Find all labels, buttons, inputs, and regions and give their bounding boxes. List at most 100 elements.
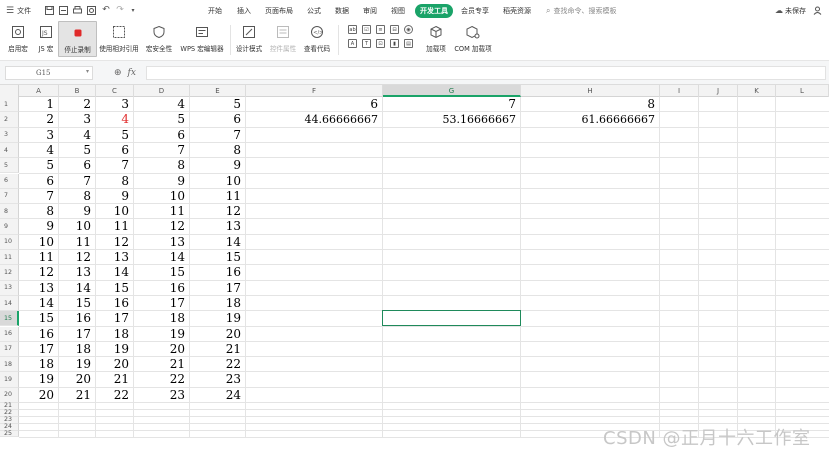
tab-developer[interactable]: 开发工具 — [415, 4, 453, 18]
row-header-14[interactable]: 14 — [0, 295, 19, 312]
cell-a17[interactable]: 17 — [19, 342, 59, 357]
save-icon[interactable] — [44, 5, 54, 15]
cell-e3[interactable]: 7 — [190, 128, 246, 143]
cell-d10[interactable]: 13 — [134, 235, 190, 250]
cell-b1[interactable]: 2 — [59, 97, 96, 112]
listbox-control-icon[interactable]: ≡ — [376, 25, 385, 34]
cell-c4[interactable]: 6 — [96, 143, 134, 158]
cell-d2[interactable]: 5 — [134, 112, 190, 127]
user-icon[interactable] — [812, 5, 822, 15]
image-control-icon[interactable]: ⊡ — [376, 39, 385, 48]
cell-d16[interactable]: 19 — [134, 327, 190, 342]
undo-icon[interactable]: ↶ — [101, 5, 111, 15]
cell-d12[interactable]: 15 — [134, 265, 190, 280]
row-header-19[interactable]: 19 — [0, 372, 19, 388]
cell-d8[interactable]: 11 — [134, 204, 190, 219]
cell-h1[interactable]: 8 — [521, 97, 660, 112]
cell-f2[interactable]: 44.66666667 — [246, 112, 383, 127]
column-header-k[interactable]: K — [738, 85, 776, 97]
column-header-f[interactable]: F — [246, 85, 383, 97]
tab-view[interactable]: 视图 — [391, 4, 405, 18]
cell-b9[interactable]: 10 — [59, 219, 96, 234]
cell-b7[interactable]: 8 — [59, 189, 96, 204]
cell-a7[interactable]: 7 — [19, 189, 59, 204]
cell-e5[interactable]: 9 — [190, 158, 246, 173]
column-header-j[interactable]: J — [699, 85, 738, 97]
print-preview-icon[interactable] — [86, 5, 96, 15]
cell-e18[interactable]: 22 — [190, 357, 246, 372]
cell-a1[interactable]: 1 — [19, 97, 59, 112]
cell-b13[interactable]: 14 — [59, 281, 96, 296]
cell-a10[interactable]: 10 — [19, 235, 59, 250]
row-header-20[interactable]: 20 — [0, 387, 19, 403]
cell-a14[interactable]: 14 — [19, 296, 59, 311]
cell-d7[interactable]: 10 — [134, 189, 190, 204]
cell-e9[interactable]: 13 — [190, 219, 246, 234]
cell-e15[interactable]: 19 — [190, 311, 246, 326]
wps-macro-editor-button[interactable]: WPS 宏编辑器 — [179, 21, 225, 57]
row-header-10[interactable]: 10 — [0, 234, 19, 250]
cell-c18[interactable]: 20 — [96, 357, 134, 372]
cell-d17[interactable]: 20 — [134, 342, 190, 357]
cell-a6[interactable]: 6 — [19, 174, 59, 189]
cell-d14[interactable]: 17 — [134, 296, 190, 311]
cell-c12[interactable]: 14 — [96, 265, 134, 280]
cell-e4[interactable]: 8 — [190, 143, 246, 158]
cell-c15[interactable]: 17 — [96, 311, 134, 326]
cell-e13[interactable]: 17 — [190, 281, 246, 296]
cell-b16[interactable]: 17 — [59, 327, 96, 342]
cell-e7[interactable]: 11 — [190, 189, 246, 204]
cell-h2[interactable]: 61.66666667 — [521, 112, 660, 127]
enable-macros-button[interactable]: 启用宏 — [4, 21, 32, 57]
cell-c6[interactable]: 8 — [96, 174, 134, 189]
redo-icon[interactable]: ↷ — [115, 5, 125, 15]
column-header-b[interactable]: B — [59, 85, 96, 97]
tab-formulas[interactable]: 公式 — [307, 4, 321, 18]
column-header-c[interactable]: C — [96, 85, 134, 97]
cell-c8[interactable]: 10 — [96, 204, 134, 219]
cell-d6[interactable]: 9 — [134, 174, 190, 189]
cell-d3[interactable]: 6 — [134, 128, 190, 143]
cell-c17[interactable]: 19 — [96, 342, 134, 357]
cell-d9[interactable]: 12 — [134, 219, 190, 234]
row-header-5[interactable]: 5 — [0, 158, 19, 174]
save-status[interactable]: ☁ 未保存 — [775, 0, 806, 21]
command-search[interactable]: ⌕ 查找命令、搜索模板 — [546, 0, 616, 21]
cell-c3[interactable]: 5 — [96, 128, 134, 143]
cell-e17[interactable]: 21 — [190, 342, 246, 357]
cell-b20[interactable]: 21 — [59, 388, 96, 403]
column-header-d[interactable]: D — [134, 85, 190, 97]
tab-data[interactable]: 数据 — [335, 4, 349, 18]
checkbox-control-icon[interactable]: ☑ — [362, 25, 371, 34]
add-ins-button[interactable]: 加载项 — [421, 21, 451, 57]
tab-insert[interactable]: 插入 — [237, 4, 251, 18]
cell-a9[interactable]: 9 — [19, 219, 59, 234]
row-header-16[interactable]: 16 — [0, 326, 19, 342]
cell-b6[interactable]: 7 — [59, 174, 96, 189]
cell-a5[interactable]: 5 — [19, 158, 59, 173]
cell-d13[interactable]: 16 — [134, 281, 190, 296]
cell-c16[interactable]: 18 — [96, 327, 134, 342]
chevron-down-icon[interactable]: ▾ — [86, 68, 89, 75]
cell-d5[interactable]: 8 — [134, 158, 190, 173]
cell-a4[interactable]: 4 — [19, 143, 59, 158]
cell-b5[interactable]: 6 — [59, 158, 96, 173]
cell-a11[interactable]: 11 — [19, 250, 59, 265]
select-all-corner[interactable] — [0, 85, 19, 97]
cell-b8[interactable]: 9 — [59, 204, 96, 219]
cell-c19[interactable]: 21 — [96, 372, 134, 387]
cell-d11[interactable]: 14 — [134, 250, 190, 265]
view-code-button[interactable]: </> 查看代码 — [302, 21, 332, 57]
cell-e10[interactable]: 14 — [190, 235, 246, 250]
cell-c20[interactable]: 22 — [96, 388, 134, 403]
design-mode-button[interactable]: 设计模式 — [234, 21, 264, 57]
cell-d18[interactable]: 21 — [134, 357, 190, 372]
cell-e11[interactable]: 15 — [190, 250, 246, 265]
row-header-13[interactable]: 13 — [0, 280, 19, 296]
cell-d19[interactable]: 22 — [134, 372, 190, 387]
cell-c13[interactable]: 15 — [96, 281, 134, 296]
stop-recording-button[interactable]: 停止录制 — [58, 21, 97, 57]
combobox-control-icon[interactable]: ⊟ — [390, 25, 399, 34]
spreadsheet-grid[interactable]: ABCDEFGHIJKL 1 2 3 4 5 6 7 8 9 10 11 12 13 14 15 16 17 18… — [0, 85, 829, 456]
cell-e19[interactable]: 23 — [190, 372, 246, 387]
